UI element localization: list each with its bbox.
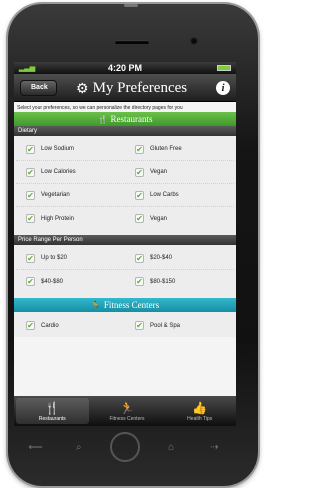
tab-label: Fitness Centers <box>109 415 145 422</box>
check-icon[interactable]: ✔ <box>26 321 35 330</box>
option-high-protein[interactable]: ✔ High Protein <box>16 207 125 230</box>
tab-restaurants[interactable]: 🍴 Restaurants <box>16 398 89 424</box>
back-key-icon[interactable]: ⟵ <box>24 442 48 453</box>
option-up-to-20[interactable]: ✔ Up to $20 <box>16 247 125 269</box>
option-label: Low Carbs <box>150 192 179 198</box>
check-icon[interactable]: ✔ <box>26 277 35 286</box>
option-pool-spa[interactable]: ✔ Pool & Spa <box>125 314 234 337</box>
fitness-banner-label: Fitness Centers <box>103 300 160 310</box>
check-icon[interactable]: ✔ <box>135 253 144 263</box>
status-time: 4:20 PM <box>107 63 142 73</box>
nav-bar: Back ⚙ My Preferences i <box>14 74 236 102</box>
menu-key-icon[interactable]: ⇢ <box>202 442 226 453</box>
check-icon[interactable]: ✔ <box>135 321 144 330</box>
check-icon[interactable]: ✔ <box>135 167 144 177</box>
dietary-options: ✔ Low Sodium ✔ Gluten Free ✔ Low Calories ✔… <box>14 136 236 230</box>
restaurants-banner-label: Restaurants <box>110 114 153 124</box>
option-vegan-2[interactable]: ✔ Vegan <box>125 207 234 230</box>
status-bar: ▂▃▅ 4:20 PM <box>14 62 236 74</box>
check-icon[interactable]: ✔ <box>26 214 35 223</box>
tab-label: Restaurants <box>38 415 66 422</box>
hardware-buttons: ⟵ ⌕ ⌂ ⇢ <box>14 432 236 462</box>
tab-health-tips[interactable]: 👍 Health Tips <box>163 396 236 426</box>
option-label: $80-$150 <box>150 278 176 285</box>
price-range-header: Price Range Per Person <box>14 235 236 245</box>
option-low-carbs[interactable]: ✔ Low Carbs <box>125 184 234 206</box>
option-label: Vegetarian <box>41 192 70 198</box>
fork-knife-icon: 🍴 <box>97 114 108 124</box>
option-row: ✔ Up to $20 ✔ $20-$40 <box>16 247 234 270</box>
person-icon: 🏃 <box>90 300 101 310</box>
price-options: ✔ Up to $20 ✔ $20-$40 ✔ $40-$80 ✔ $80-$150 <box>14 245 236 293</box>
home-key-icon[interactable]: ⌂ <box>159 442 183 453</box>
option-low-calories[interactable]: ✔ Low Calories <box>16 161 125 183</box>
tab-fitness-centers[interactable]: 🏃 Fitness Centers <box>91 396 164 426</box>
option-label: $40-$80 <box>41 278 64 285</box>
option-label: Vegan <box>150 169 168 175</box>
check-icon[interactable]: ✔ <box>135 277 144 286</box>
dietary-header: Dietary <box>14 126 236 136</box>
tab-bar: 🍴 Restaurants 🏃 Fitness Centers 👍 Health… <box>14 396 236 426</box>
fitness-options: ✔ Cardio ✔ Pool & Spa <box>14 312 236 337</box>
option-label: Gluten Free <box>150 146 182 152</box>
option-row: ✔ $40-$80 ✔ $80-$150 <box>16 270 234 293</box>
fitness-banner: 🏃 Fitness Centers <box>14 298 236 312</box>
nav-title-group: ⚙ My Preferences <box>76 79 187 97</box>
gear-icon: ⚙ <box>76 80 89 96</box>
option-label: Pool & Spa <box>150 322 181 329</box>
option-label: Low Calories <box>41 169 76 175</box>
phone-camera <box>190 37 198 45</box>
option-row: ✔ High Protein ✔ Vegan <box>16 207 234 230</box>
page-subtitle: Select your preferences, so we can perso… <box>17 105 183 111</box>
check-icon[interactable]: ✔ <box>135 190 144 200</box>
app-screen: ▂▃▅ 4:20 PM Back ⚙ My Preferences i Sele… <box>14 62 236 426</box>
search-key-icon[interactable]: ⌕ <box>67 442 91 453</box>
person-icon: 🏃 <box>119 400 135 415</box>
option-80-150[interactable]: ✔ $80-$150 <box>125 270 234 293</box>
option-label: Vegan <box>150 215 168 222</box>
option-vegetarian[interactable]: ✔ Vegetarian <box>16 184 125 206</box>
option-vegan[interactable]: ✔ Vegan <box>125 161 234 183</box>
restaurants-banner: 🍴 Restaurants <box>14 112 236 126</box>
option-label: Low Sodium <box>41 146 75 152</box>
fork-knife-icon: 🍴 <box>44 400 60 415</box>
check-icon[interactable]: ✔ <box>135 144 144 154</box>
option-label: High Protein <box>41 215 75 222</box>
check-icon[interactable]: ✔ <box>135 214 144 223</box>
info-icon[interactable]: i <box>216 81 230 95</box>
check-icon[interactable]: ✔ <box>26 144 35 154</box>
option-row: ✔ Low Calories ✔ Vegan <box>16 161 234 184</box>
option-40-80[interactable]: ✔ $40-$80 <box>16 270 125 293</box>
back-button[interactable]: Back <box>20 80 57 96</box>
thumbs-up-icon: 👍 <box>192 400 208 415</box>
option-gluten-free[interactable]: ✔ Gluten Free <box>125 138 234 160</box>
option-row: ✔ Low Sodium ✔ Gluten Free <box>16 138 234 161</box>
option-cardio[interactable]: ✔ Cardio <box>16 314 125 337</box>
option-20-40[interactable]: ✔ $20-$40 <box>125 247 234 269</box>
option-label: $20-$40 <box>150 255 173 261</box>
option-row: ✔ Cardio ✔ Pool & Spa <box>16 314 234 337</box>
phone-speaker <box>115 40 149 44</box>
signal-icon: ▂▃▅ <box>19 65 36 72</box>
option-label: Up to $20 <box>41 255 68 261</box>
option-low-sodium[interactable]: ✔ Low Sodium <box>16 138 125 160</box>
phone-top-button[interactable] <box>124 4 138 7</box>
option-row: ✔ Vegetarian ✔ Low Carbs <box>16 184 234 207</box>
check-icon[interactable]: ✔ <box>26 167 35 177</box>
page-title: My Preferences <box>92 80 188 96</box>
option-label: Cardio <box>41 322 59 329</box>
check-icon[interactable]: ✔ <box>26 190 35 200</box>
home-button[interactable] <box>109 432 140 462</box>
check-icon[interactable]: ✔ <box>26 253 35 263</box>
tab-label: Health Tips <box>187 415 213 422</box>
battery-icon <box>217 65 231 71</box>
